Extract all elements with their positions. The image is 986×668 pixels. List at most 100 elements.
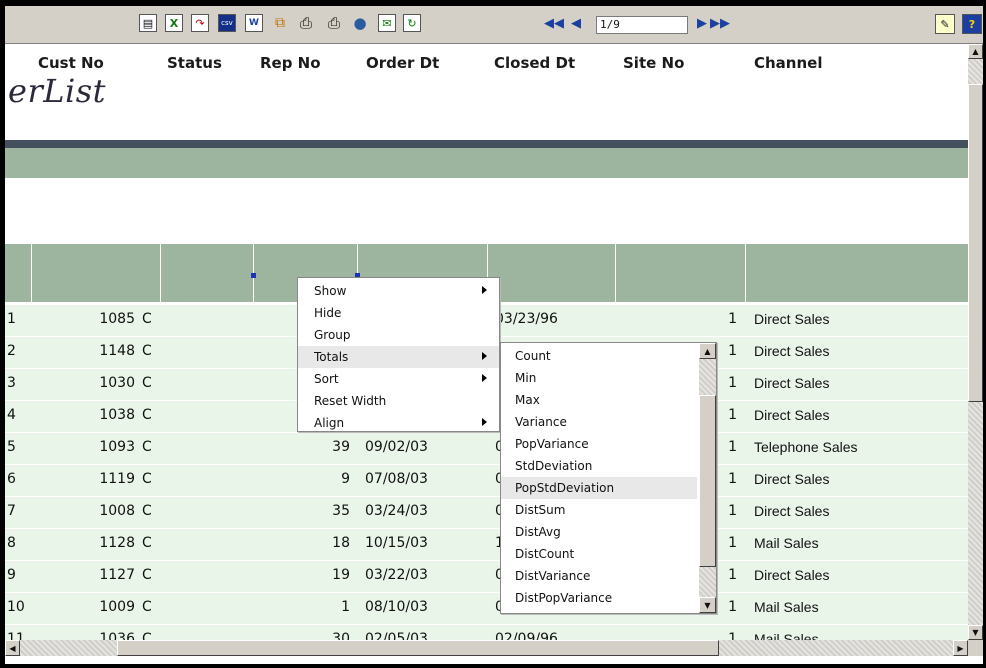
cust-no-cell: 1148 [99, 343, 135, 359]
status-cell: C [142, 407, 152, 423]
edit-icon[interactable]: ✎ [935, 14, 955, 34]
order-dt-cell: 07/08/03 [365, 471, 428, 487]
cust-no-cell: 1008 [99, 503, 135, 519]
totals-item-max[interactable]: Max [501, 389, 697, 411]
menu-item-group[interactable]: Group [298, 324, 499, 346]
totals-item-count[interactable]: Count [501, 345, 697, 367]
submenu-scrollbar[interactable]: ▲ ▼ [699, 343, 716, 613]
vertical-scroll-thumb[interactable] [968, 84, 983, 402]
row-number: 8 [7, 535, 16, 551]
channel-cell: Direct Sales [754, 567, 830, 583]
pdf-icon[interactable]: ↷ [191, 14, 209, 32]
refresh-icon[interactable]: ↻ [403, 14, 421, 32]
report-toolbar: ▤ X ↷ csv W ⧉ ⎙ ⎙ ● ✉ ↻ ◀◀ ◀ 1/9 ▶ ▶▶ ✎ … [5, 6, 983, 44]
menu-item-align[interactable]: Align [298, 412, 499, 434]
last-page-icon[interactable]: ▶▶ [710, 14, 730, 32]
cust-no-cell: 1128 [99, 535, 135, 551]
menu-item-reset-width[interactable]: Reset Width [298, 390, 499, 412]
channel-cell: Direct Sales [754, 407, 830, 423]
csv-icon[interactable]: csv [218, 14, 236, 32]
web-icon[interactable]: ● [351, 14, 369, 32]
closed-dt-cell: 02/09/96 [495, 631, 558, 640]
word-icon[interactable]: W [245, 14, 263, 32]
column-separator [745, 244, 746, 302]
status-cell: C [142, 375, 152, 391]
scrollbar-corner [968, 640, 983, 656]
menu-item-label: Show [314, 284, 347, 298]
column-header-status[interactable]: Status [167, 54, 222, 72]
totals-item-distpopvariance[interactable]: DistPopVariance [501, 587, 697, 609]
first-page-icon[interactable]: ◀◀ [544, 14, 564, 32]
status-cell: C [142, 567, 152, 583]
submenu-arrow-icon [482, 374, 487, 382]
menu-item-label: Totals [314, 350, 349, 364]
totals-item-min[interactable]: Min [501, 367, 697, 389]
row-number: 5 [7, 439, 16, 455]
status-cell: C [142, 439, 152, 455]
totals-item-distcount[interactable]: DistCount [501, 543, 697, 565]
scroll-up-icon[interactable]: ▲ [968, 44, 983, 59]
toc-icon[interactable]: ▤ [139, 14, 157, 32]
status-cell: C [142, 631, 152, 640]
table-row: 51093C3909/02/0301Telephone Sales [5, 433, 968, 465]
rep-no-cell: 18 [332, 535, 350, 551]
totals-item-variance[interactable]: Variance [501, 411, 697, 433]
channel-cell: Direct Sales [754, 343, 830, 359]
print-server-icon[interactable]: ⎙ [325, 14, 343, 32]
scroll-right-icon[interactable]: ▶ [953, 640, 968, 656]
submenu-arrow-icon [482, 418, 487, 426]
table-row: 91127C1903/22/0301Direct Sales [5, 561, 968, 593]
status-cell: C [142, 599, 152, 615]
horizontal-scroll-thumb[interactable] [117, 640, 719, 656]
prev-page-icon[interactable]: ◀ [567, 14, 585, 32]
horizontal-scrollbar[interactable]: ◀ ▶ [5, 640, 968, 656]
page-input[interactable]: 1/9 [596, 16, 688, 34]
menu-item-hide[interactable]: Hide [298, 302, 499, 324]
order-dt-cell: 02/05/03 [365, 631, 428, 640]
totals-item-popstddeviation[interactable]: PopStdDeviation [501, 477, 697, 499]
vertical-scrollbar[interactable]: ▲ ▼ [968, 44, 983, 640]
menu-item-show[interactable]: Show [298, 280, 499, 302]
totals-item-distavg[interactable]: DistAvg [501, 521, 697, 543]
rep-no-cell: 35 [332, 503, 350, 519]
excel-icon[interactable]: X [165, 14, 183, 32]
menu-item-label: Sort [314, 372, 339, 386]
order-dt-cell: 03/24/03 [365, 503, 428, 519]
submenu-scroll-down-icon[interactable]: ▼ [699, 597, 716, 613]
title-band-green [5, 148, 968, 178]
copy-icon[interactable]: ⧉ [271, 14, 289, 32]
totals-item-distsum[interactable]: DistSum [501, 499, 697, 521]
print-icon[interactable]: ⎙ [297, 14, 315, 32]
scroll-down-icon[interactable]: ▼ [968, 625, 983, 640]
title-band-dark [5, 140, 968, 148]
submenu-scroll-up-icon[interactable]: ▲ [699, 343, 716, 359]
channel-cell: Direct Sales [754, 375, 830, 391]
row-number: 7 [7, 503, 16, 519]
menu-item-totals[interactable]: Totals [298, 346, 499, 368]
order-dt-cell: 08/10/03 [365, 599, 428, 615]
totals-item-stddeviation[interactable]: StdDeviation [501, 455, 697, 477]
scroll-left-icon[interactable]: ◀ [5, 640, 20, 656]
column-header-site-no[interactable]: Site No [623, 54, 684, 72]
column-header-channel[interactable]: Channel [754, 54, 822, 72]
order-dt-cell: 03/22/03 [365, 567, 428, 583]
channel-cell: Telephone Sales [754, 439, 858, 455]
window-frame-bottom [0, 664, 986, 668]
column-header-order-dt[interactable]: Order Dt [366, 54, 439, 72]
totals-item-popvariance[interactable]: PopVariance [501, 433, 697, 455]
menu-item-sort[interactable]: Sort [298, 368, 499, 390]
channel-cell: Mail Sales [754, 631, 819, 640]
column-selection-handle[interactable] [251, 273, 256, 278]
rep-no-cell: 9 [341, 471, 350, 487]
next-page-icon[interactable]: ▶ [693, 14, 711, 32]
order-dt-cell: 09/02/03 [365, 439, 428, 455]
help-icon[interactable]: ? [962, 14, 982, 34]
column-header-rep-no[interactable]: Rep No [260, 54, 321, 72]
email-icon[interactable]: ✉ [378, 14, 396, 32]
totals-item-distvariance[interactable]: DistVariance [501, 565, 697, 587]
column-header-closed-dt[interactable]: Closed Dt [494, 54, 575, 72]
cust-no-cell: 1119 [99, 471, 135, 487]
submenu-scroll-thumb[interactable] [699, 395, 716, 567]
column-header-cust-no[interactable]: Cust No [38, 54, 104, 72]
table-row: 61119C907/08/0301Direct Sales [5, 465, 968, 497]
